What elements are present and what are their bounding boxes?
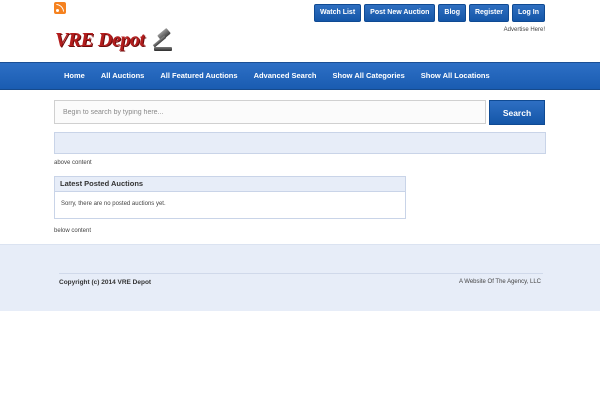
search-input[interactable] bbox=[54, 100, 486, 124]
footer-divider bbox=[59, 273, 543, 274]
register-button[interactable]: Register bbox=[468, 4, 509, 22]
top-links: Watch List Post New Auction Blog Registe… bbox=[314, 4, 545, 22]
nav-item-show-all-categories[interactable]: Show All Categories bbox=[325, 63, 413, 89]
nav-item-home[interactable]: Home bbox=[56, 63, 93, 89]
advertise-link[interactable]: Advertise Here! bbox=[504, 27, 545, 33]
info-strip bbox=[54, 132, 546, 154]
search-button[interactable]: Search bbox=[489, 100, 545, 125]
nav-item-all-featured-auctions[interactable]: All Featured Auctions bbox=[152, 63, 245, 89]
blog-button[interactable]: Blog bbox=[438, 4, 466, 22]
copyright-text: Copyright (c) 2014 VRE Depot bbox=[59, 279, 152, 286]
site-header: VRE Depot Watch List Post New Auction Bl… bbox=[0, 0, 600, 62]
below-content-text: below content bbox=[54, 228, 92, 234]
post-new-auction-button[interactable]: Post New Auction bbox=[364, 4, 436, 22]
site-footer: Copyright (c) 2014 VRE Depot A Website O… bbox=[0, 244, 600, 311]
panel-title: Latest Posted Auctions bbox=[55, 177, 405, 192]
nav-item-show-all-locations[interactable]: Show All Locations bbox=[413, 63, 498, 89]
credit-link[interactable]: A Website Of The Agency, LLC bbox=[459, 279, 541, 285]
log-in-button[interactable]: Log In bbox=[512, 4, 545, 22]
logo-text: VRE Depot bbox=[55, 28, 145, 51]
gavel-icon bbox=[148, 27, 174, 52]
nav-item-all-auctions[interactable]: All Auctions bbox=[93, 63, 152, 89]
site-logo[interactable]: VRE Depot bbox=[55, 27, 174, 53]
watch-list-button[interactable]: Watch List bbox=[314, 4, 362, 22]
main-nav: Home All Auctions All Featured Auctions … bbox=[0, 62, 600, 90]
rss-icon[interactable] bbox=[54, 2, 66, 14]
latest-auctions-panel: Latest Posted Auctions Sorry, there are … bbox=[54, 176, 406, 219]
empty-message: Sorry, there are no posted auctions yet. bbox=[61, 201, 166, 207]
above-content-text: above content bbox=[54, 160, 92, 166]
nav-item-advanced-search[interactable]: Advanced Search bbox=[246, 63, 325, 89]
